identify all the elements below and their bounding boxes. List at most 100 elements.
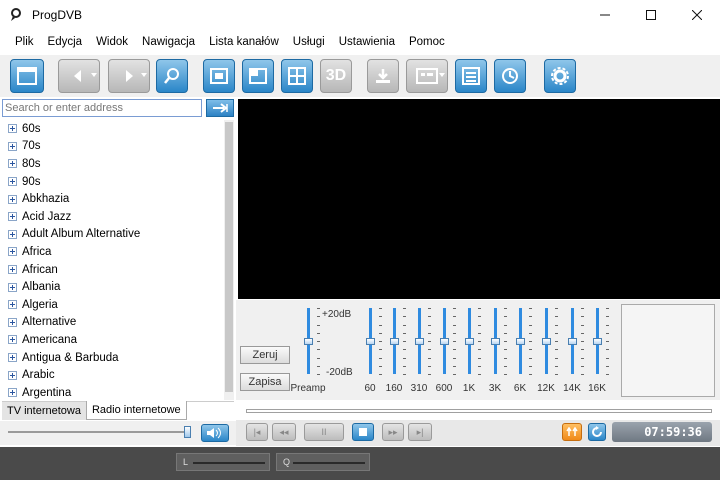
expand-icon[interactable] xyxy=(8,370,17,380)
prev-track-button[interactable]: |◂ xyxy=(246,423,268,441)
eq-ticks xyxy=(403,308,406,375)
minimize-button[interactable] xyxy=(582,0,628,30)
audio-channel-button[interactable] xyxy=(562,423,582,441)
mute-button[interactable] xyxy=(201,424,229,442)
menu-pomoc[interactable]: Pomoc xyxy=(402,36,452,48)
menu-nawigacja[interactable]: Nawigacja xyxy=(135,36,202,48)
tree-item[interactable]: 80s xyxy=(2,155,224,173)
tree-item[interactable]: Arabic xyxy=(2,366,224,384)
expand-icon[interactable] xyxy=(8,229,17,239)
teletext-button[interactable] xyxy=(406,59,448,93)
expand-icon[interactable] xyxy=(8,177,17,187)
eq-ticks xyxy=(504,308,507,375)
tree-item[interactable]: Abkhazia xyxy=(2,190,224,208)
tree-item[interactable]: 90s xyxy=(2,173,224,191)
search-input[interactable] xyxy=(2,99,202,117)
tree-item[interactable]: Americana xyxy=(2,331,224,349)
fullscreen-button[interactable] xyxy=(242,59,274,93)
expand-icon[interactable] xyxy=(8,247,17,257)
menu-widok[interactable]: Widok xyxy=(89,36,135,48)
record-button[interactable] xyxy=(367,59,399,93)
rewind-button[interactable]: ◂◂ xyxy=(272,423,296,441)
tree-item[interactable]: Alternative xyxy=(2,314,224,332)
tree-item[interactable]: Argentina xyxy=(2,384,224,400)
eq-band-label: 1K xyxy=(462,383,476,394)
forward-button[interactable] xyxy=(108,59,150,93)
expand-icon[interactable] xyxy=(8,317,17,327)
tree-item[interactable]: 70s xyxy=(2,138,224,156)
eq-band-slider-thumb[interactable] xyxy=(415,338,424,345)
expand-icon[interactable] xyxy=(8,159,17,169)
expand-icon[interactable] xyxy=(8,194,17,204)
eq-band-slider-thumb[interactable] xyxy=(568,338,577,345)
tree-item[interactable]: Adult Album Alternative xyxy=(2,226,224,244)
video-area[interactable] xyxy=(238,99,720,299)
reset-eq-button[interactable]: Zeruj xyxy=(240,346,290,364)
tab-tv-internetowa[interactable]: TV internetowa xyxy=(2,402,86,420)
tree-scrollbar-thumb[interactable] xyxy=(225,122,233,392)
3d-button[interactable]: 3D xyxy=(320,59,352,93)
scheduler-button[interactable] xyxy=(494,59,526,93)
save-eq-button[interactable]: Zapisa xyxy=(240,373,290,391)
search-row xyxy=(2,99,234,117)
expand-icon[interactable] xyxy=(8,124,17,134)
tree-item[interactable]: Africa xyxy=(2,243,224,261)
expand-icon[interactable] xyxy=(8,212,17,222)
maximize-button[interactable] xyxy=(628,0,674,30)
expand-icon[interactable] xyxy=(8,388,17,398)
close-button[interactable] xyxy=(674,0,720,30)
tree-item[interactable]: 60s xyxy=(2,120,224,138)
level-slider-q[interactable]: Q xyxy=(276,453,370,471)
tab-radio-internetowe[interactable]: Radio internetowe xyxy=(85,401,187,420)
expand-icon[interactable] xyxy=(8,353,17,363)
eq-band-slider-thumb[interactable] xyxy=(593,338,602,345)
epg-list-button[interactable] xyxy=(455,59,487,93)
refresh-button[interactable] xyxy=(588,423,606,441)
tree-item[interactable]: Acid Jazz xyxy=(2,208,224,226)
eq-band-slider-thumb[interactable] xyxy=(491,338,500,345)
tree-item[interactable]: Antigua & Barbuda xyxy=(2,349,224,367)
eq-band-slider-thumb[interactable] xyxy=(465,338,474,345)
level-slider-l[interactable]: L xyxy=(176,453,270,471)
expand-icon[interactable] xyxy=(8,282,17,292)
eq-band-slider-thumb[interactable] xyxy=(390,338,399,345)
search-go-button[interactable] xyxy=(206,99,234,117)
preamp-slider-thumb[interactable] xyxy=(304,338,313,345)
settings-button[interactable] xyxy=(544,59,576,93)
back-button[interactable] xyxy=(58,59,100,93)
volume-slider-thumb[interactable] xyxy=(184,426,191,438)
menu-uslugi[interactable]: Usługi xyxy=(286,36,332,48)
tree-scrollbar[interactable] xyxy=(224,120,234,400)
menu-ustawienia[interactable]: Ustawienia xyxy=(332,36,402,48)
fullscreen-icon xyxy=(249,68,267,84)
expand-icon[interactable] xyxy=(8,265,17,275)
expand-icon[interactable] xyxy=(8,141,17,151)
menu-edycja[interactable]: Edycja xyxy=(41,36,90,48)
window-mode-button[interactable] xyxy=(203,59,235,93)
tree-item[interactable]: Albania xyxy=(2,278,224,296)
seek-bar[interactable] xyxy=(246,409,712,413)
window-button[interactable] xyxy=(10,59,44,93)
speaker-icon xyxy=(207,427,221,439)
eq-band-slider-thumb[interactable] xyxy=(542,338,551,345)
next-track-button[interactable]: ▸| xyxy=(408,423,432,441)
pause-button[interactable]: II xyxy=(304,423,344,441)
grid-button[interactable] xyxy=(281,59,313,93)
eq-band-slider-thumb[interactable] xyxy=(440,338,449,345)
expand-icon[interactable] xyxy=(8,300,17,310)
tree-item[interactable]: African xyxy=(2,261,224,279)
eq-band-slider-thumb[interactable] xyxy=(366,338,375,345)
tree-item[interactable]: Algeria xyxy=(2,296,224,314)
menu-plik[interactable]: Plik xyxy=(8,36,41,48)
fast-forward-button[interactable]: ▸▸ xyxy=(382,423,404,441)
volume-slider[interactable] xyxy=(8,431,188,433)
expand-icon[interactable] xyxy=(8,335,17,345)
stop-icon xyxy=(359,428,367,436)
menu-lista-kanalow[interactable]: Lista kanałów xyxy=(202,36,286,48)
eq-band-slider-thumb[interactable] xyxy=(516,338,525,345)
search-button[interactable] xyxy=(156,59,188,93)
db-min-label: -20dB xyxy=(326,367,353,378)
time-display: 07:59:36 xyxy=(612,422,712,442)
stop-button[interactable] xyxy=(352,423,374,441)
eq-band-label: 600 xyxy=(435,383,453,394)
